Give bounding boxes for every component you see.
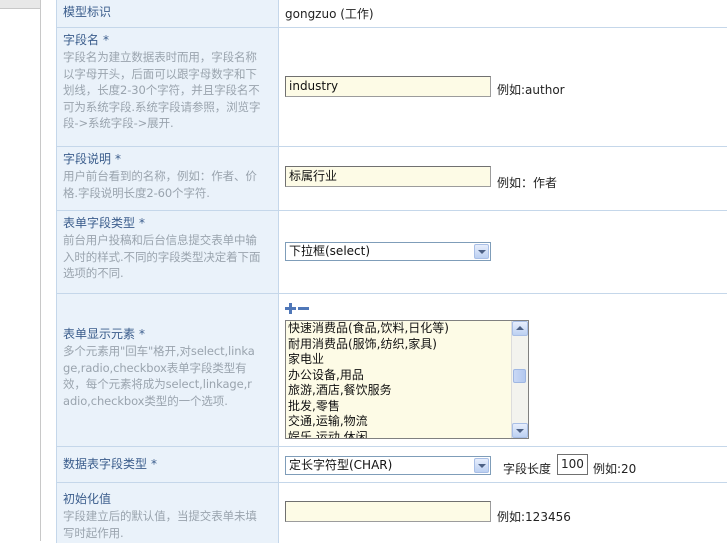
row-init-value: 初始化值 字段建立后的默认值，当提交表单未填 写时起作用. 例如:123456 [57,483,727,543]
desc-line: 字段名为建立数据表时而用，字段名称 [63,50,257,64]
chevron-down-icon[interactable] [474,244,489,259]
form-field-type-desc: 前台用户投稿和后台信息提交表单中输 入时的样式.不同的字段类型决定着下面 选项的… [63,232,272,282]
form-display-elements-title: 表单显示元素 * [63,326,272,343]
init-value-desc: 字段建立后的默认值，当提交表单未填 写时起作用. [63,508,272,541]
db-field-type-select[interactable]: 定长字符型(CHAR) [285,456,491,475]
field-name-desc: 字段名为建立数据表时而用，字段名称 以字母开头，后面可以跟字母数字和下 划线，长… [63,49,272,132]
desc-line: 选项的不同. [63,266,124,280]
form-display-elements-label: 表单显示元素 [63,327,136,341]
list-item: 家电业 [288,352,325,366]
label-cell: 字段名 * 字段名为建立数据表时而用，字段名称 以字母开头，后面可以跟字母数字和下… [57,28,279,146]
field-form-table: 模型标识 gongzuo (工作) 字段名 * 字段名为建立数据表时而用，字段名称… [56,0,727,543]
list-item: 交通,运输,物流 [288,414,368,428]
add-remove-controls [285,303,309,315]
field-desc-label: 字段说明 [63,152,112,166]
value-cell: 快速消费品(食品,饮料,日化等) 耐用消费品(服饰,纺织,家具) 家电业 办公设… [279,294,727,446]
form-field-type-selected: 下拉框(select) [289,244,371,258]
model-id-value: gongzuo (工作) [285,7,374,21]
list-item: 批发,零售 [288,398,340,413]
value-cell: 下拉框(select) [279,211,727,293]
row-db-field-type: 数据表字段类型 * 定长字符型(CHAR) 字段长度 100 例如:20 [57,447,727,483]
desc-line: 段->系统字段->展开. [63,116,174,130]
desc-line: 入时的样式.不同的字段类型决定着下面 [63,249,261,264]
field-name-label: 字段名 [63,33,100,47]
init-value-input[interactable] [285,501,491,522]
minus-icon[interactable] [298,303,309,314]
list-item: 办公设备,用品 [288,367,364,382]
required-mark: * [139,216,146,230]
label-cell: 表单字段类型 * 前台用户投稿和后台信息提交表单中输 入时的样式.不同的字段类型决… [57,211,279,293]
db-field-type-title: 数据表字段类型 * [63,456,272,473]
value-cell: 标属行业 例如：作者 [279,147,727,210]
label-cell: 模型标识 [57,0,279,27]
chevron-down-icon[interactable] [474,458,489,473]
desc-line: 以字母开头，后面可以跟字母数字和下 [63,66,257,81]
desc-line: 字段建立后的默认值，当提交表单未填 [63,509,257,523]
label-cell: 数据表字段类型 * [57,447,279,482]
field-name-title: 字段名 * [63,32,272,49]
field-name-input[interactable]: industry [285,76,491,97]
desc-line: ge,radio,checkbox表单字段类型有 [63,360,247,375]
field-desc-desc: 用户前台看到的名称，例如：作者、价 格.字段说明长度2-60个字符. [63,168,272,201]
desc-line: 效，每个元素将成为select,linkage,r [63,377,252,391]
field-desc-example: 例如：作者 [497,176,558,190]
desc-line: 写时起作用. [63,525,124,540]
desc-line: adio,checkbox类型的一个选项. [63,393,228,408]
row-form-field-type: 表单字段类型 * 前台用户投稿和后台信息提交表单中输 入时的样式.不同的字段类型决… [57,211,727,294]
form-field-type-select[interactable]: 下拉框(select) [285,242,491,261]
row-field-name: 字段名 * 字段名为建立数据表时而用，字段名称 以字母开头，后面可以跟字母数字和下… [57,28,727,147]
form-field-type-label: 表单字段类型 [63,216,136,230]
scroll-up-icon[interactable] [512,321,528,336]
display-elements-textarea[interactable]: 快速消费品(食品,饮料,日化等) 耐用消费品(服饰,纺织,家具) 家电业 办公设… [285,320,529,439]
required-mark: * [139,327,146,341]
init-value-label: 初始化值 [63,492,112,506]
row-field-desc: 字段说明 * 用户前台看到的名称，例如：作者、价 格.字段说明长度2-60个字符.… [57,147,727,211]
row-form-display-elements: 表单显示元素 * 多个元素用"回车"格开,对select,linka ge,rad… [57,294,727,447]
field-desc-title: 字段说明 * [63,151,272,168]
label-cell: 表单显示元素 * 多个元素用"回车"格开,对select,linka ge,rad… [57,294,279,446]
desc-line: 划线，长度2-30个字符，并且字段名不 [63,83,260,97]
db-field-type-label: 数据表字段类型 [63,457,148,471]
list-item: 旅游,酒店,餐饮服务 [288,383,392,397]
value-cell: 例如:123456 [279,483,727,543]
value-cell: industry 例如:author [279,28,727,146]
required-mark: * [151,457,158,471]
scroll-thumb[interactable] [513,369,526,383]
desc-line: 用户前台看到的名称，例如：作者、价 [63,169,257,183]
required-mark: * [115,152,122,166]
field-length-label: 字段长度 [503,462,552,476]
form-display-elements-desc: 多个元素用"回车"格开,对select,linka ge,radio,check… [63,343,272,409]
field-name-example: 例如:author [497,83,565,97]
row-model-id: 模型标识 gongzuo (工作) [57,0,727,28]
db-field-type-selected: 定长字符型(CHAR) [289,458,393,472]
left-panel-edge [0,0,41,541]
desc-line: 可为系统字段.系统字段请参照，浏览字 [63,99,261,114]
value-cell: gongzuo (工作) [279,0,727,27]
desc-line: 格.字段说明长度2-60个字符. [63,185,210,200]
model-id-label: 模型标识 [63,5,112,19]
label-cell: 字段说明 * 用户前台看到的名称，例如：作者、价 格.字段说明长度2-60个字符. [57,147,279,210]
scroll-down-icon[interactable] [512,423,528,438]
list-item: 快速消费品(食品,饮料,日化等) [288,321,449,335]
plus-icon[interactable] [285,303,296,314]
value-cell: 定长字符型(CHAR) 字段长度 100 例如:20 [279,447,727,482]
required-mark: * [103,33,110,47]
left-panel-cap [0,0,40,9]
field-length-example: 例如:20 [593,462,637,476]
desc-line: 前台用户投稿和后台信息提交表单中输 [63,233,257,247]
list-item: 耐用消费品(服饰,纺织,家具) [288,336,437,351]
form-field-type-title: 表单字段类型 * [63,215,272,232]
label-cell: 初始化值 字段建立后的默认值，当提交表单未填 写时起作用. [57,483,279,543]
desc-line: 多个元素用"回车"格开,对select,linka [63,344,255,358]
field-desc-input[interactable]: 标属行业 [285,166,491,187]
vertical-scrollbar[interactable] [511,321,528,438]
field-length-input[interactable]: 100 [557,454,588,475]
init-value-example: 例如:123456 [497,510,571,524]
list-item: 娱乐,运动,休闲 [288,429,368,439]
